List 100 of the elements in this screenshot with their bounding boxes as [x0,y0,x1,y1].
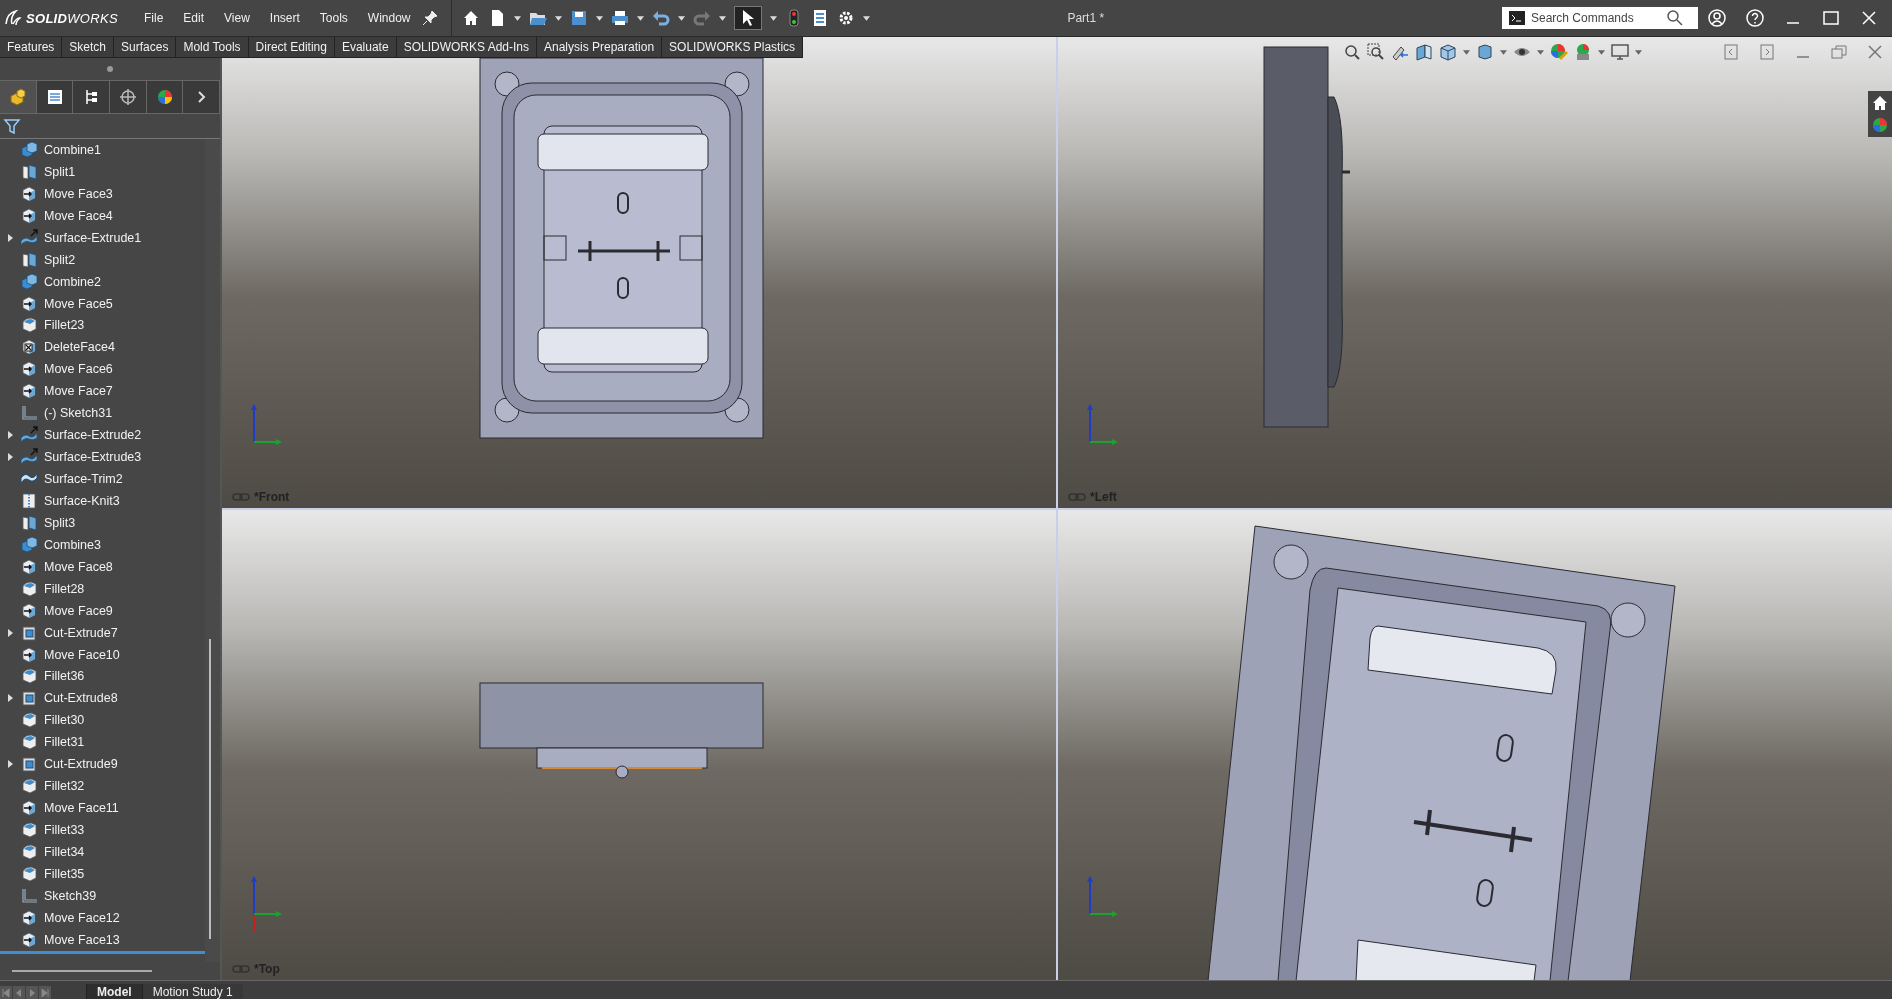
caret-icon[interactable] [677,15,685,21]
tree-item[interactable]: Fillet33 [0,819,205,841]
command-tab[interactable]: Direct Editing [248,37,335,57]
command-tab[interactable]: Evaluate [334,37,397,57]
expand-arrow-icon[interactable] [7,431,13,440]
home-icon[interactable] [1871,94,1889,112]
expand-arrow-icon[interactable] [7,760,13,769]
tree-item[interactable]: Surface-Extrude2 [0,424,205,447]
tree-item[interactable]: Surface-Extrude1 [0,226,205,249]
command-tab[interactable]: Surfaces [114,37,177,57]
caret-icon[interactable] [1537,49,1544,55]
user-account-icon[interactable] [1708,9,1726,27]
tree-item[interactable]: Surface-Extrude3 [0,446,205,469]
menu-item[interactable]: Window [357,11,421,25]
tree-item[interactable]: Split3 [0,511,205,534]
tree-item[interactable]: Fillet34 [0,841,205,863]
command-tab[interactable]: Analysis Preparation [537,37,663,57]
scrollbar-thumb[interactable] [12,970,152,972]
close-icon[interactable] [1860,9,1878,27]
tree-item[interactable]: Combine1 [0,139,205,161]
display-style-icon[interactable] [1476,43,1494,61]
tree-item[interactable]: Move Face9 [0,599,205,622]
caret-icon[interactable] [554,15,562,21]
viewport-pane[interactable] [1058,509,1892,980]
menu-item[interactable]: Insert [259,11,310,25]
appearance-pencil-icon[interactable] [1550,43,1568,61]
color-ball-icon[interactable] [155,88,174,106]
undo-icon[interactable] [651,9,670,27]
tree-item[interactable]: Move Face11 [0,797,205,820]
tree-item[interactable]: Fillet23 [0,314,205,337]
blocks-icon[interactable] [8,88,27,106]
menu-item[interactable]: File [134,11,174,25]
crosshair-icon[interactable] [118,88,137,106]
tree-item[interactable]: Split1 [0,160,205,183]
save-icon[interactable] [569,9,588,27]
expand-arrow-icon[interactable] [7,628,13,637]
tree-item[interactable]: Move Face10 [0,643,205,666]
tree-item[interactable]: Fillet32 [0,775,205,798]
tree-item[interactable]: Move Face6 [0,358,205,381]
tree-item[interactable]: Fillet36 [0,665,205,688]
tree-item[interactable]: Split2 [0,248,205,271]
tree-item[interactable]: Fillet35 [0,862,205,885]
pin-icon[interactable] [420,9,439,27]
command-tab[interactable]: Mold Tools [176,37,249,57]
tree-item[interactable]: Fillet28 [0,577,205,600]
caret-icon[interactable] [595,15,603,21]
tree-item[interactable]: Combine2 [0,270,205,293]
view-cube-icon[interactable] [1439,43,1457,61]
caret-icon[interactable] [862,15,870,21]
search-icon[interactable] [1666,9,1684,27]
command-tab[interactable]: Features [0,37,63,57]
print-icon[interactable] [610,9,629,27]
color-ball-icon[interactable] [1871,116,1889,134]
maximize-icon[interactable] [1822,9,1840,27]
tree-item[interactable]: Move Face5 [0,292,205,315]
tree-item[interactable]: Move Face7 [0,380,205,403]
search-bar[interactable]: Search Commands [1502,7,1698,29]
splitter-handle[interactable] [107,66,113,72]
expand-arrow-icon[interactable] [7,233,13,242]
tree-item[interactable]: Sketch39 [0,884,205,907]
zoom-fit-icon[interactable] [1343,43,1361,61]
monitor-icon[interactable] [1611,43,1629,61]
tree-item[interactable]: Surface-Trim2 [0,468,205,490]
tree-item[interactable]: Fillet30 [0,709,205,732]
filter-icon[interactable] [3,117,21,135]
expand-arrow-icon[interactable] [7,694,13,703]
tree-item[interactable]: Move Face13 [0,928,205,951]
tree-item[interactable]: Combine3 [0,533,205,556]
menu-item[interactable]: View [214,11,260,25]
caret-icon[interactable] [636,15,644,21]
tree-item[interactable]: Move Face4 [0,204,205,227]
property-list-icon[interactable] [45,88,64,106]
tree-item[interactable]: (-) Sketch31 [0,402,205,425]
section-view-icon[interactable] [1415,43,1433,61]
command-tab[interactable]: Sketch [62,37,115,57]
tree-item[interactable]: Move Face8 [0,555,205,578]
scene-icon[interactable] [1574,43,1592,61]
help-icon[interactable] [1746,9,1764,27]
bottom-tab[interactable]: Model [86,984,142,999]
menu-item[interactable]: Edit [173,11,215,25]
select-pointer-button[interactable] [733,6,762,30]
caret-icon[interactable] [1463,49,1470,55]
menu-item[interactable]: Tools [309,11,358,25]
expand-arrow-icon[interactable] [7,453,13,462]
tree-item[interactable]: Surface-Knit3 [0,490,205,512]
command-tab[interactable]: SOLIDWORKS Add-Ins [396,37,537,57]
tree-item[interactable]: Move Face12 [0,906,205,929]
tree-item[interactable]: Cut-Extrude7 [0,621,205,644]
caret-icon[interactable] [718,15,726,21]
caret-icon[interactable] [1635,49,1642,55]
bottom-tab[interactable]: Motion Study 1 [141,984,243,999]
tree-item[interactable]: Cut-Extrude8 [0,687,205,710]
caret-icon[interactable] [1500,49,1507,55]
tree-item[interactable]: Fillet31 [0,731,205,754]
caret-icon[interactable] [513,15,521,21]
zoom-area-icon[interactable] [1367,43,1385,61]
tree-item[interactable]: DeleteFace4 [0,336,205,359]
tree-item[interactable]: Move Face3 [0,182,205,205]
tree-item[interactable]: Cut-Extrude9 [0,753,205,776]
scrollbar-thumb[interactable] [209,639,211,939]
